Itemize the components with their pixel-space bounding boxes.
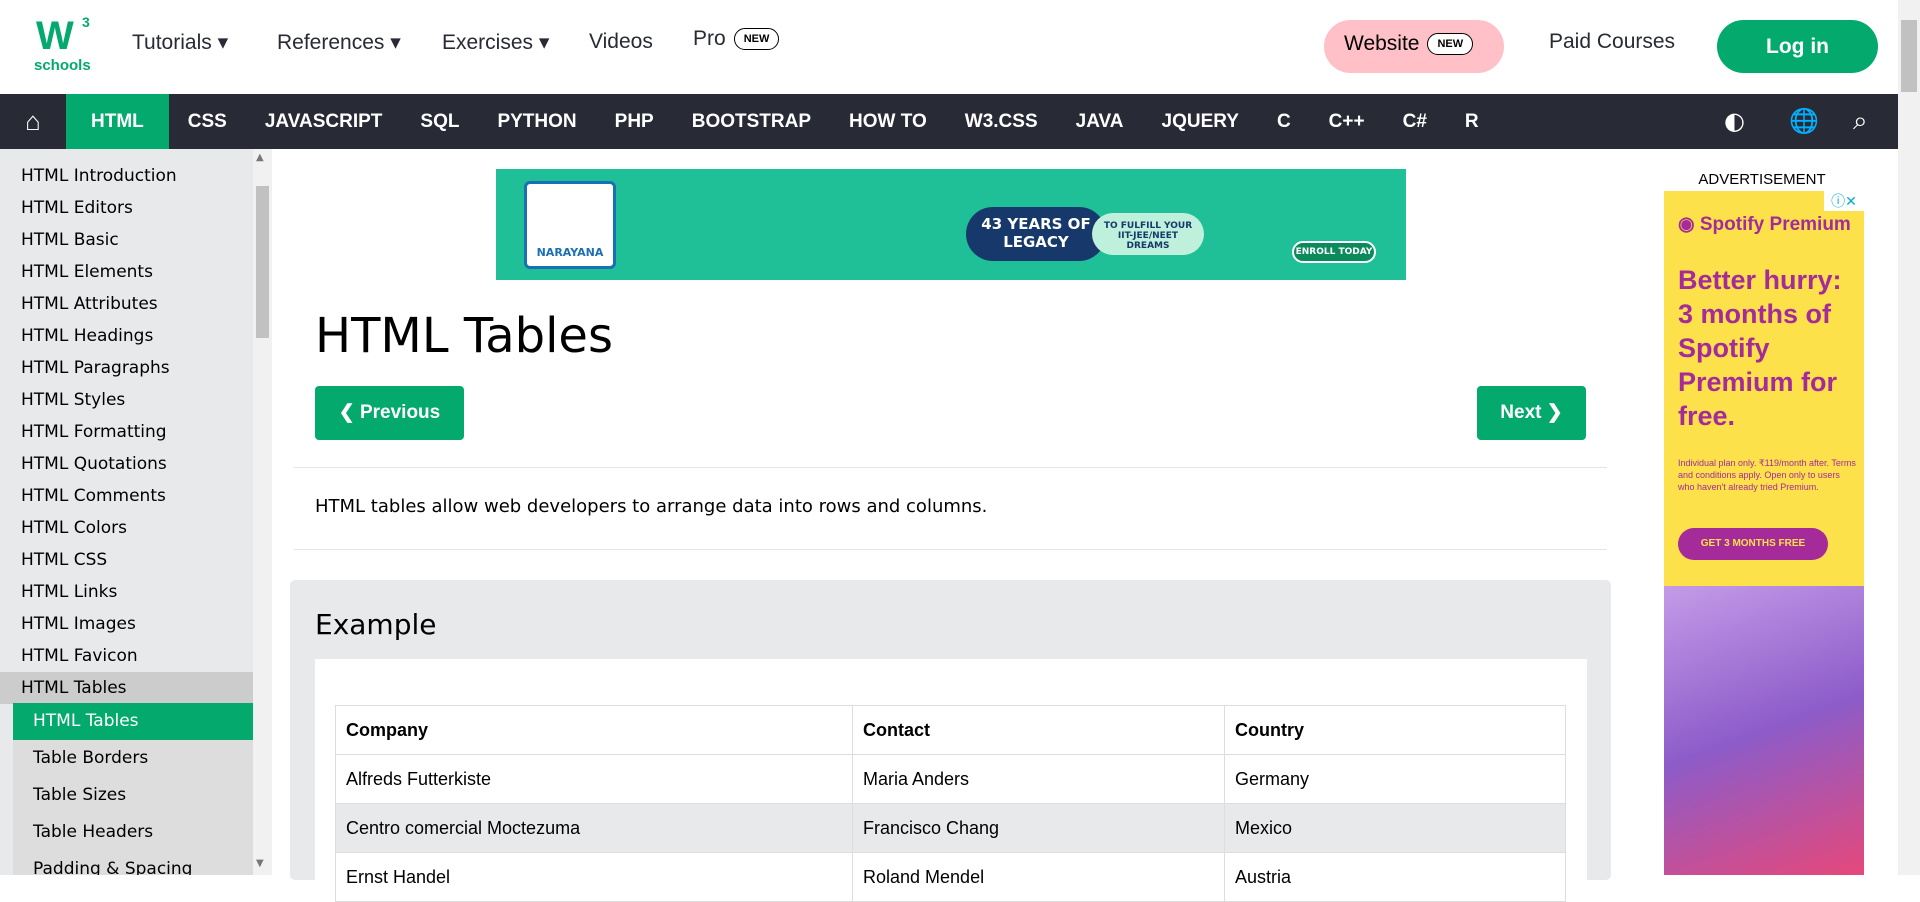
login-button[interactable]: Log in bbox=[1717, 20, 1878, 73]
top-header: W 3 schools Tutorials ▾ References ▾ Exerc… bbox=[0, 0, 1898, 94]
ad-banner[interactable]: NARAYANA 43 YEARS OF LEGACY TO FULFILL Y… bbox=[496, 169, 1406, 280]
spotify-brand: ◉ Spotify Premium bbox=[1678, 214, 1851, 235]
nav-css[interactable]: CSS bbox=[169, 94, 246, 149]
search-icon[interactable]: ⌕ bbox=[1853, 94, 1868, 149]
table-cell: Austria bbox=[1224, 852, 1566, 902]
table-header: Country bbox=[1224, 705, 1566, 755]
example-title: Example bbox=[315, 608, 437, 641]
nav-c[interactable]: C bbox=[1258, 94, 1310, 149]
sidebar-item[interactable]: HTML Formatting bbox=[0, 416, 253, 448]
nav-java[interactable]: JAVA bbox=[1057, 94, 1143, 149]
globe-icon[interactable]: 🌐 bbox=[1789, 94, 1819, 149]
sidebar-subitem[interactable]: HTML Tables bbox=[13, 703, 253, 740]
nav-w3css[interactable]: W3.CSS bbox=[946, 94, 1057, 149]
nav-r[interactable]: R bbox=[1446, 94, 1498, 149]
paid-courses-link[interactable]: Paid Courses bbox=[1549, 30, 1675, 54]
intro-text: HTML tables allow web developers to arra… bbox=[315, 496, 988, 517]
nav-php[interactable]: PHP bbox=[596, 94, 673, 149]
previous-button[interactable]: ❮ Previous bbox=[315, 386, 464, 440]
sidebar-item[interactable]: HTML Introduction bbox=[0, 160, 253, 192]
nav-cpp[interactable]: C++ bbox=[1310, 94, 1384, 149]
table-cell: Mexico bbox=[1224, 803, 1566, 853]
exercises-menu[interactable]: Exercises ▾ bbox=[442, 30, 549, 55]
nav-sql[interactable]: SQL bbox=[401, 94, 478, 149]
sidebar-item[interactable]: HTML Basic bbox=[0, 224, 253, 256]
table-cell: Francisco Chang bbox=[852, 803, 1225, 853]
sidebar-subitem[interactable]: Table Borders bbox=[13, 740, 253, 777]
table-cell: Germany bbox=[1224, 754, 1566, 804]
sidebar-subitem[interactable]: Padding & Spacing bbox=[13, 851, 253, 875]
references-menu[interactable]: References ▾ bbox=[277, 30, 401, 55]
scroll-down-icon[interactable]: ▼ bbox=[256, 858, 264, 869]
sidebar-item[interactable]: HTML Tables bbox=[0, 672, 253, 704]
sidebar-item[interactable]: HTML CSS bbox=[0, 544, 253, 576]
table-row: Centro comercial Moctezuma Francisco Chan… bbox=[335, 803, 1566, 853]
sidebar-item[interactable]: HTML Colors bbox=[0, 512, 253, 544]
sidebar-item[interactable]: HTML Paragraphs bbox=[0, 352, 253, 384]
scroll-up-icon[interactable]: ▲ bbox=[256, 152, 264, 163]
table-row: Ernst Handel Roland Mendel Austria bbox=[335, 852, 1566, 902]
sidebar-item[interactable]: HTML Images bbox=[0, 608, 253, 640]
ad-fine-print: Individual plan only. ₹119/month after. … bbox=[1678, 458, 1856, 492]
narayana-logo: NARAYANA bbox=[524, 181, 616, 269]
divider bbox=[294, 467, 1607, 468]
sidebar-item[interactable]: HTML Editors bbox=[0, 192, 253, 224]
nav-bootstrap[interactable]: BOOTSTRAP bbox=[673, 94, 830, 149]
sidebar-scrollbar-thumb[interactable] bbox=[256, 186, 269, 338]
website-button[interactable]: Website NEW bbox=[1324, 20, 1504, 73]
nav-python[interactable]: PYTHON bbox=[478, 94, 595, 149]
sidebar-item[interactable]: HTML Comments bbox=[0, 480, 253, 512]
table-cell: Ernst Handel bbox=[335, 852, 853, 902]
nav-csharp[interactable]: C# bbox=[1384, 94, 1446, 149]
topnav: ⌂ HTML CSS JAVASCRIPT SQL PYTHON PHP BOO… bbox=[0, 94, 1898, 149]
tutorials-menu[interactable]: Tutorials ▾ bbox=[132, 30, 228, 55]
sidebar-item[interactable]: HTML Favicon bbox=[0, 640, 253, 672]
sidebar-item[interactable]: HTML Quotations bbox=[0, 448, 253, 480]
sidebar: HTML HOMEHTML IntroductionHTML EditorsHT… bbox=[0, 149, 253, 875]
divider bbox=[294, 549, 1607, 550]
table-cell: Maria Anders bbox=[852, 754, 1225, 804]
new-badge: NEW bbox=[733, 28, 780, 50]
sidebar-item[interactable]: HTML Elements bbox=[0, 256, 253, 288]
sidebar-item[interactable]: HTML Attributes bbox=[0, 288, 253, 320]
table-cell: Centro comercial Moctezuma bbox=[335, 803, 853, 853]
pro-link[interactable]: Pro NEW bbox=[693, 27, 780, 51]
sidebar-subitem[interactable]: Table Headers bbox=[13, 814, 253, 851]
example-table: Company Contact Country Alfreds Futterki… bbox=[335, 705, 1566, 902]
nav-howto[interactable]: HOW TO bbox=[830, 94, 946, 149]
ad-legacy-text: 43 YEARS OF LEGACY bbox=[966, 207, 1106, 261]
advertisement-label: ADVERTISEMENT bbox=[1698, 171, 1826, 188]
ad-illustration bbox=[1664, 586, 1864, 875]
table-header: Contact bbox=[852, 705, 1225, 755]
page-title: HTML Tables bbox=[315, 308, 613, 364]
sidebar-subitem[interactable]: Table Sizes bbox=[13, 777, 253, 814]
table-cell: Alfreds Futterkiste bbox=[335, 754, 853, 804]
ad-enroll-button[interactable]: ENROLL TODAY bbox=[1292, 241, 1376, 263]
ad-close-icon[interactable]: ⓘ✕ bbox=[1824, 191, 1864, 211]
w3schools-logo[interactable]: W 3 schools bbox=[34, 14, 94, 76]
table-row: Alfreds Futterkiste Maria Anders Germany bbox=[335, 754, 1566, 804]
ad-cta-button[interactable]: GET 3 MONTHS FREE bbox=[1678, 528, 1828, 560]
new-badge: NEW bbox=[1427, 33, 1474, 55]
nav-javascript[interactable]: JAVASCRIPT bbox=[246, 94, 402, 149]
page-scrollbar[interactable] bbox=[1898, 0, 1920, 875]
table-header: Company bbox=[335, 705, 853, 755]
next-button[interactable]: Next ❯ bbox=[1477, 386, 1586, 440]
ad-dreams-text: TO FULFILL YOUR IIT-JEE/NEET DREAMS bbox=[1092, 213, 1204, 255]
sidebar-item[interactable]: HTML HOME bbox=[0, 149, 253, 160]
contrast-icon[interactable]: ◐ bbox=[1724, 94, 1745, 149]
sidebar-item[interactable]: HTML Headings bbox=[0, 320, 253, 352]
nav-html[interactable]: HTML bbox=[66, 94, 169, 149]
home-icon[interactable]: ⌂ bbox=[0, 94, 66, 149]
sidebar-item[interactable]: HTML Styles bbox=[0, 384, 253, 416]
sidebar-item[interactable]: HTML Links bbox=[0, 576, 253, 608]
ad-headline: Better hurry: 3 months of Spotify Premiu… bbox=[1678, 265, 1842, 431]
page-scrollbar-thumb[interactable] bbox=[1901, 20, 1917, 92]
spotify-ad[interactable]: ⓘ✕ ◉ Spotify Premium Better hurry: 3 mon… bbox=[1664, 191, 1864, 875]
videos-link[interactable]: Videos bbox=[589, 30, 653, 54]
table-cell: Roland Mendel bbox=[852, 852, 1225, 902]
nav-jquery[interactable]: JQUERY bbox=[1143, 94, 1258, 149]
